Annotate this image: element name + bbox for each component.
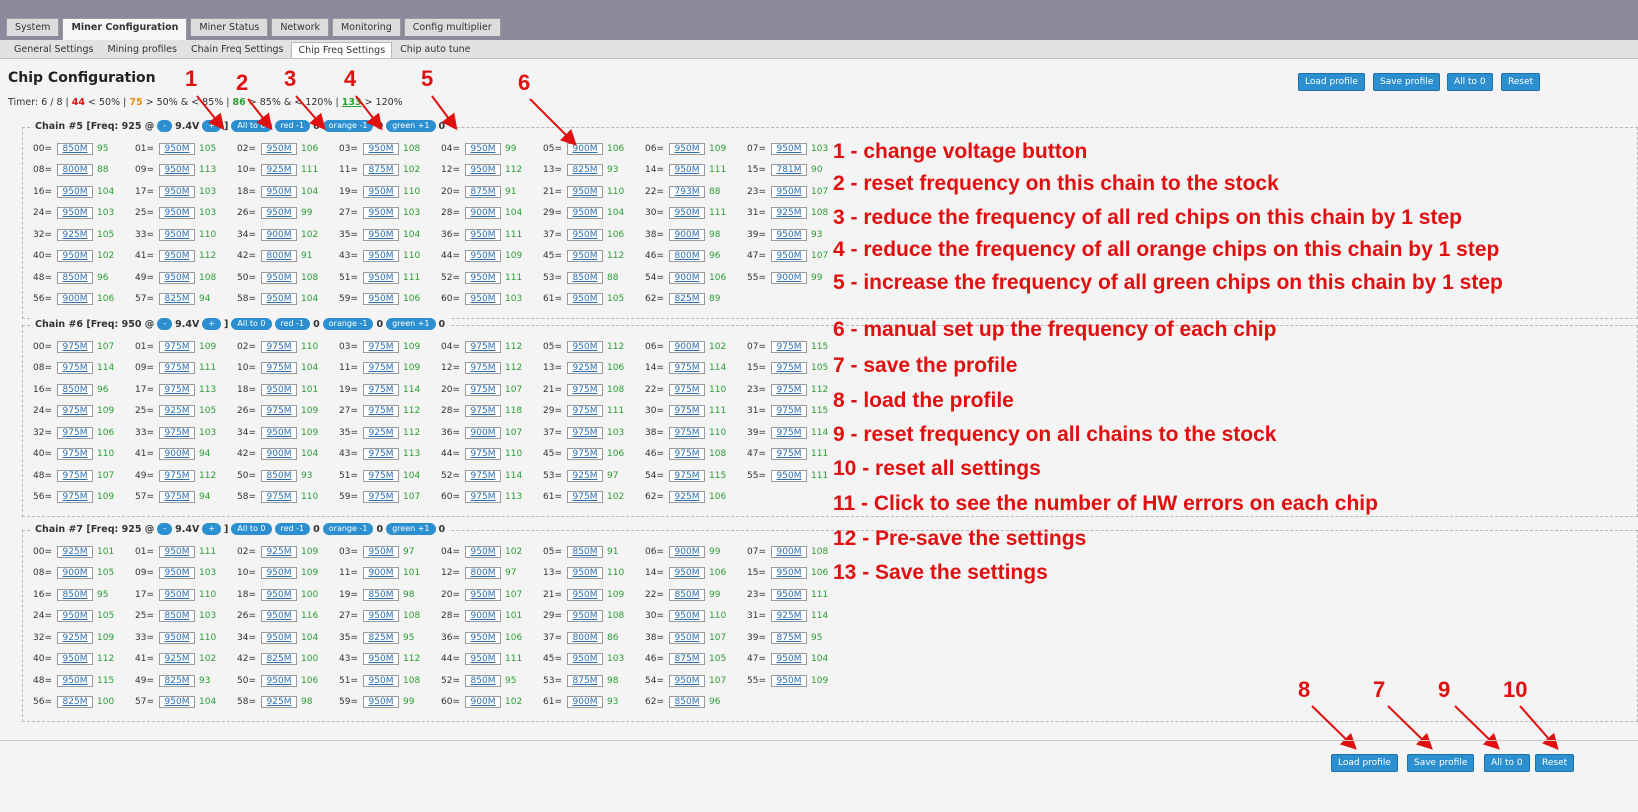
- save-profile-button[interactable]: Save profile: [1407, 754, 1475, 772]
- annotation-arrows: [196, 95, 1559, 751]
- reset-button[interactable]: Reset: [1535, 754, 1575, 772]
- all-to-0-button[interactable]: All to 0: [1484, 754, 1530, 772]
- load-profile-button[interactable]: Load profile: [1331, 754, 1398, 772]
- footer-divider: [0, 740, 1638, 741]
